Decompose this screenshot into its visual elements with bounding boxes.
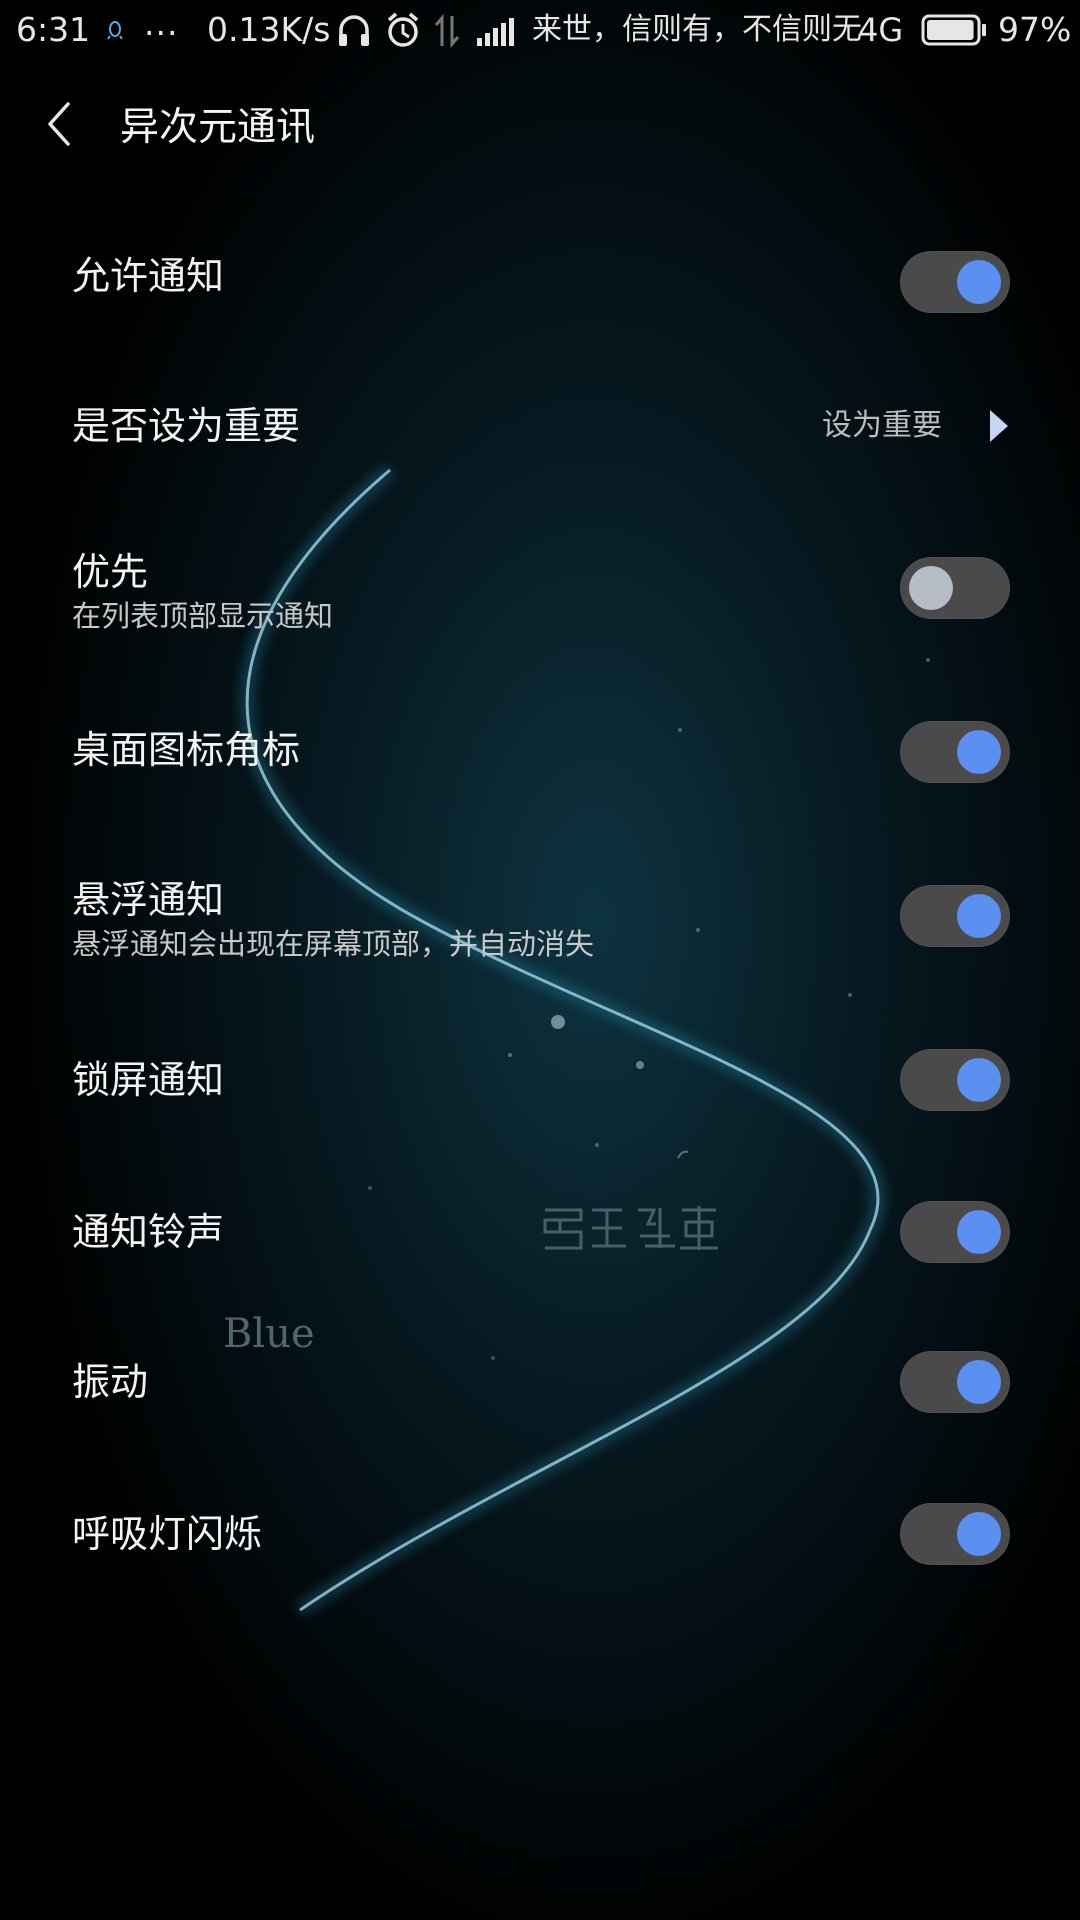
status-network-type: 4G <box>858 11 904 49</box>
notification-sound-toggle[interactable] <box>900 1201 1010 1263</box>
qq-notification-icon <box>107 21 123 40</box>
setting-title: 是否设为重要 <box>72 404 301 448</box>
status-battery-percent: 97% <box>998 10 1072 49</box>
setting-title: 允许通知 <box>72 254 225 298</box>
allow-notifications-toggle[interactable] <box>900 251 1010 313</box>
status-carrier: 来世，信则有，不信则无 <box>532 12 862 47</box>
setting-badge-icon[interactable]: 桌面图标角标 <box>0 690 1080 810</box>
badge-icon-toggle[interactable] <box>900 721 1010 783</box>
floating-notifications-toggle[interactable] <box>900 885 1010 947</box>
setting-title: 振动 <box>72 1360 149 1404</box>
setting-title: 桌面图标角标 <box>72 728 301 772</box>
setting-floating-notifications[interactable]: 悬浮通知 悬浮通知会出现在屏幕顶部，并自动消失 <box>0 858 1080 988</box>
setting-lockscreen-notifications[interactable]: 锁屏通知 <box>0 1020 1080 1140</box>
toggle-knob <box>957 260 1001 304</box>
page-title: 异次元通讯 <box>120 105 316 150</box>
importance-value: 设为重要 <box>822 408 942 443</box>
setting-subtitle: 在列表顶部显示通知 <box>72 599 334 633</box>
setting-title: 呼吸灯闪烁 <box>72 1512 263 1556</box>
lockscreen-notifications-toggle[interactable] <box>900 1049 1010 1111</box>
setting-breathing-light[interactable]: 呼吸灯闪烁 <box>0 1474 1080 1594</box>
setting-title: 锁屏通知 <box>72 1058 225 1102</box>
setting-title: 悬浮通知 <box>72 878 225 922</box>
setting-title: 通知铃声 <box>72 1210 225 1254</box>
status-net-speed: 0.13K/s <box>207 10 331 49</box>
toggle-knob <box>957 730 1001 774</box>
toggle-knob <box>957 1210 1001 1254</box>
setting-vibration[interactable]: 振动 <box>0 1322 1080 1442</box>
data-transfer-icon <box>434 14 460 48</box>
setting-priority[interactable]: 优先 在列表顶部显示通知 <box>0 530 1080 660</box>
priority-toggle[interactable] <box>900 557 1010 619</box>
toggle-knob <box>909 566 953 610</box>
alarm-icon <box>387 12 419 47</box>
setting-notification-sound[interactable]: 通知铃声 <box>0 1172 1080 1292</box>
toggle-knob <box>957 1360 1001 1404</box>
app-bar: 异次元通讯 <box>0 80 1080 180</box>
chevron-right-icon <box>990 410 1008 442</box>
toggle-knob <box>957 1512 1001 1556</box>
headphones-icon <box>339 15 369 46</box>
signal-strength-icon <box>477 18 514 46</box>
back-button[interactable] <box>30 94 94 158</box>
setting-allow-notifications[interactable]: 允许通知 <box>0 222 1080 342</box>
toggle-knob <box>957 1058 1001 1102</box>
setting-title: 优先 <box>72 550 149 594</box>
setting-mark-important[interactable]: 是否设为重要 设为重要 <box>0 366 1080 486</box>
toggle-knob <box>957 894 1001 938</box>
setting-subtitle: 悬浮通知会出现在屏幕顶部，并自动消失 <box>72 927 595 961</box>
status-time: 6:31 <box>16 10 91 49</box>
battery-icon <box>921 14 986 46</box>
vibration-toggle[interactable] <box>900 1351 1010 1413</box>
status-more-dots: ... <box>144 4 179 43</box>
back-arrow-icon <box>48 102 70 146</box>
breathing-light-toggle[interactable] <box>900 1503 1010 1565</box>
status-bar: 6:31 ... 0.13K/s 来世，信则有，不信则无 4G 97% <box>0 0 1080 62</box>
